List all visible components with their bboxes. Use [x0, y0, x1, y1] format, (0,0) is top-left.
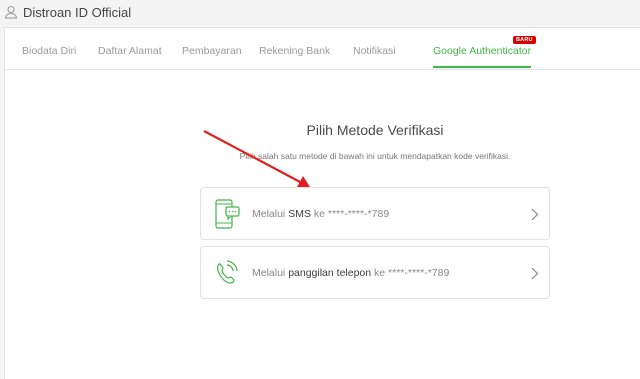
- tab-notifikasi[interactable]: Notifikasi: [353, 45, 396, 57]
- sms-phone-icon: [215, 199, 240, 229]
- settings-tabs: Biodata Diri Daftar Alamat Pembayaran Re…: [5, 28, 640, 70]
- chevron-right-icon: [531, 208, 539, 221]
- chevron-right-icon: [531, 267, 539, 280]
- tab-google-authenticator[interactable]: Google Authenticator: [433, 45, 532, 68]
- page-subtitle: Pilih salah satu metode di bawah ini unt…: [239, 151, 511, 161]
- phone-call-icon: [217, 260, 238, 284]
- tab-rekening-bank[interactable]: Rekening Bank: [259, 45, 330, 57]
- settings-card: Biodata Diri Daftar Alamat Pembayaran Re…: [4, 27, 640, 379]
- tab-daftar-alamat[interactable]: Daftar Alamat: [98, 45, 162, 57]
- tab-pembayaran[interactable]: Pembayaran: [182, 45, 242, 57]
- call-method-label: Melalui panggilan telepon ke ****-****-*…: [252, 266, 450, 279]
- account-title: Distroan ID Official: [23, 4, 132, 20]
- call-method-option[interactable]: Melalui panggilan telepon ke ****-****-*…: [200, 246, 550, 299]
- account-header: Distroan ID Official: [0, 0, 640, 24]
- page-title: Pilih Metode Verifikasi: [306, 122, 444, 138]
- tab-biodata-diri[interactable]: Biodata Diri: [22, 45, 76, 57]
- sms-method-label: Melalui SMS ke ****-****-*789: [252, 207, 390, 220]
- user-icon: [4, 5, 18, 19]
- sms-method-option[interactable]: Melalui SMS ke ****-****-*789: [200, 187, 550, 240]
- new-badge: BARU: [513, 36, 536, 44]
